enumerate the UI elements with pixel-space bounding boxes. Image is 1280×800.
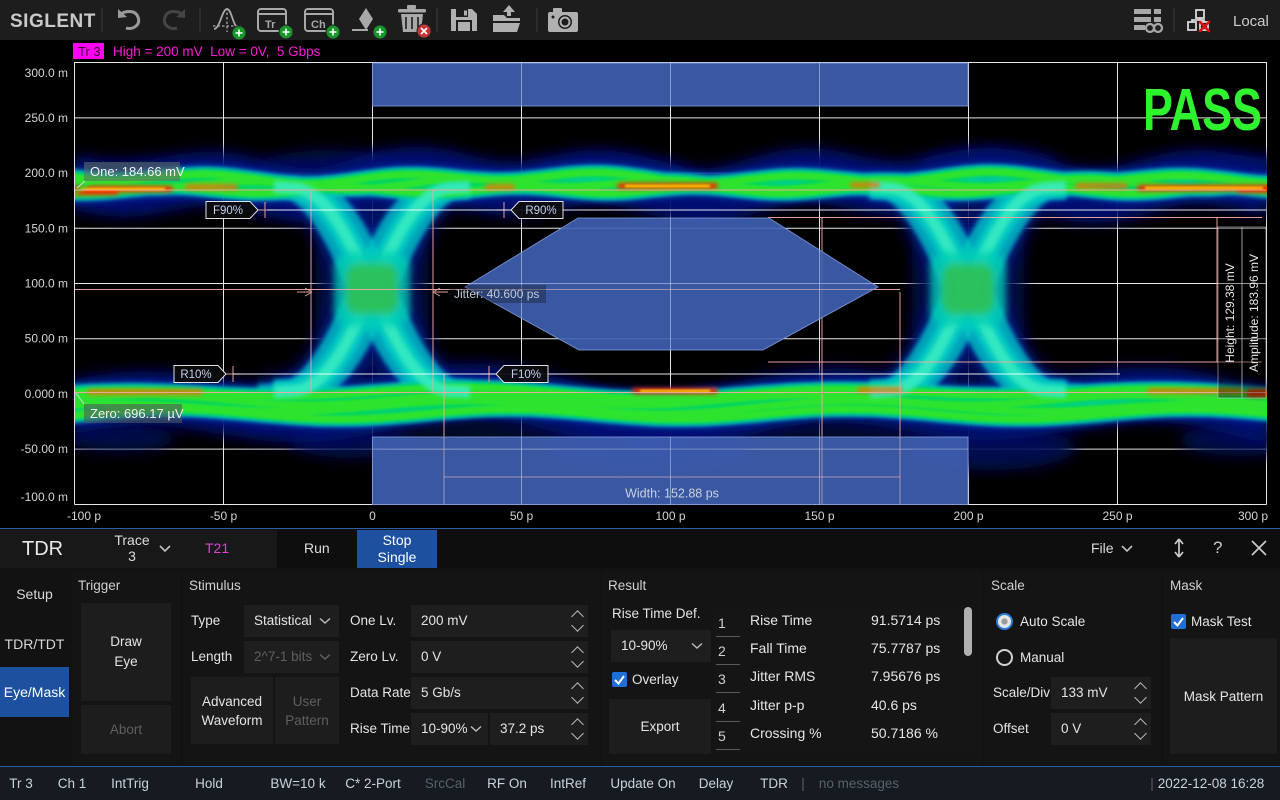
svg-text:SIGLENT: SIGLENT	[10, 11, 96, 32]
svg-text:150.0 m: 150.0 m	[25, 221, 68, 235]
svg-text:Ch: Ch	[311, 19, 326, 31]
svg-text:50.00 m: 50.00 m	[25, 332, 68, 346]
svg-text:Local: Local	[1233, 13, 1269, 30]
svg-text:High = 200 mV Low = 0V, 5 Gb: High = 200 mV Low = 0V, 5 Gbps	[113, 44, 321, 59]
svg-text:PASS: PASS	[1143, 77, 1262, 143]
svg-text:Zero: 696.17 µV: Zero: 696.17 µV	[90, 406, 184, 421]
svg-text:One: 184.66 mV: One: 184.66 mV	[90, 164, 185, 179]
svg-text:250.0 m: 250.0 m	[25, 111, 68, 125]
svg-text:Tr: Tr	[265, 19, 276, 31]
svg-text:R10%: R10%	[180, 369, 211, 381]
svg-text:-100 p: -100 p	[67, 509, 101, 523]
svg-text:300.0 m: 300.0 m	[25, 66, 68, 80]
svg-text:250 p: 250 p	[1102, 509, 1132, 523]
svg-text:100.0 m: 100.0 m	[25, 277, 68, 291]
svg-text:300 p: 300 p	[1238, 509, 1268, 523]
svg-text:100 p: 100 p	[655, 509, 685, 523]
svg-text:Jitter: 40.600 ps: Jitter: 40.600 ps	[454, 287, 539, 301]
svg-text:0: 0	[369, 509, 376, 523]
svg-text:200.0 m: 200.0 m	[25, 166, 68, 180]
svg-text:Height: 129.38 mV: Height: 129.38 mV	[1223, 263, 1237, 362]
svg-text:Tr 3: Tr 3	[78, 44, 101, 59]
svg-text:-100.0 m: -100.0 m	[21, 490, 68, 504]
svg-text:200 p: 200 p	[953, 509, 983, 523]
svg-text:150 p: 150 p	[804, 509, 834, 523]
svg-text:F90%: F90%	[213, 205, 243, 217]
svg-text:-50.00 m: -50.00 m	[21, 442, 68, 456]
svg-text:R90%: R90%	[525, 205, 556, 217]
svg-text:-50 p: -50 p	[210, 509, 238, 523]
svg-text:0.000 m: 0.000 m	[25, 387, 68, 401]
svg-text:Width: 152.88 ps: Width: 152.88 ps	[625, 487, 719, 501]
svg-text:Amplitude: 183.96 mV: Amplitude: 183.96 mV	[1247, 254, 1261, 372]
svg-text:50 p: 50 p	[510, 509, 534, 523]
svg-text:F10%: F10%	[511, 369, 541, 381]
